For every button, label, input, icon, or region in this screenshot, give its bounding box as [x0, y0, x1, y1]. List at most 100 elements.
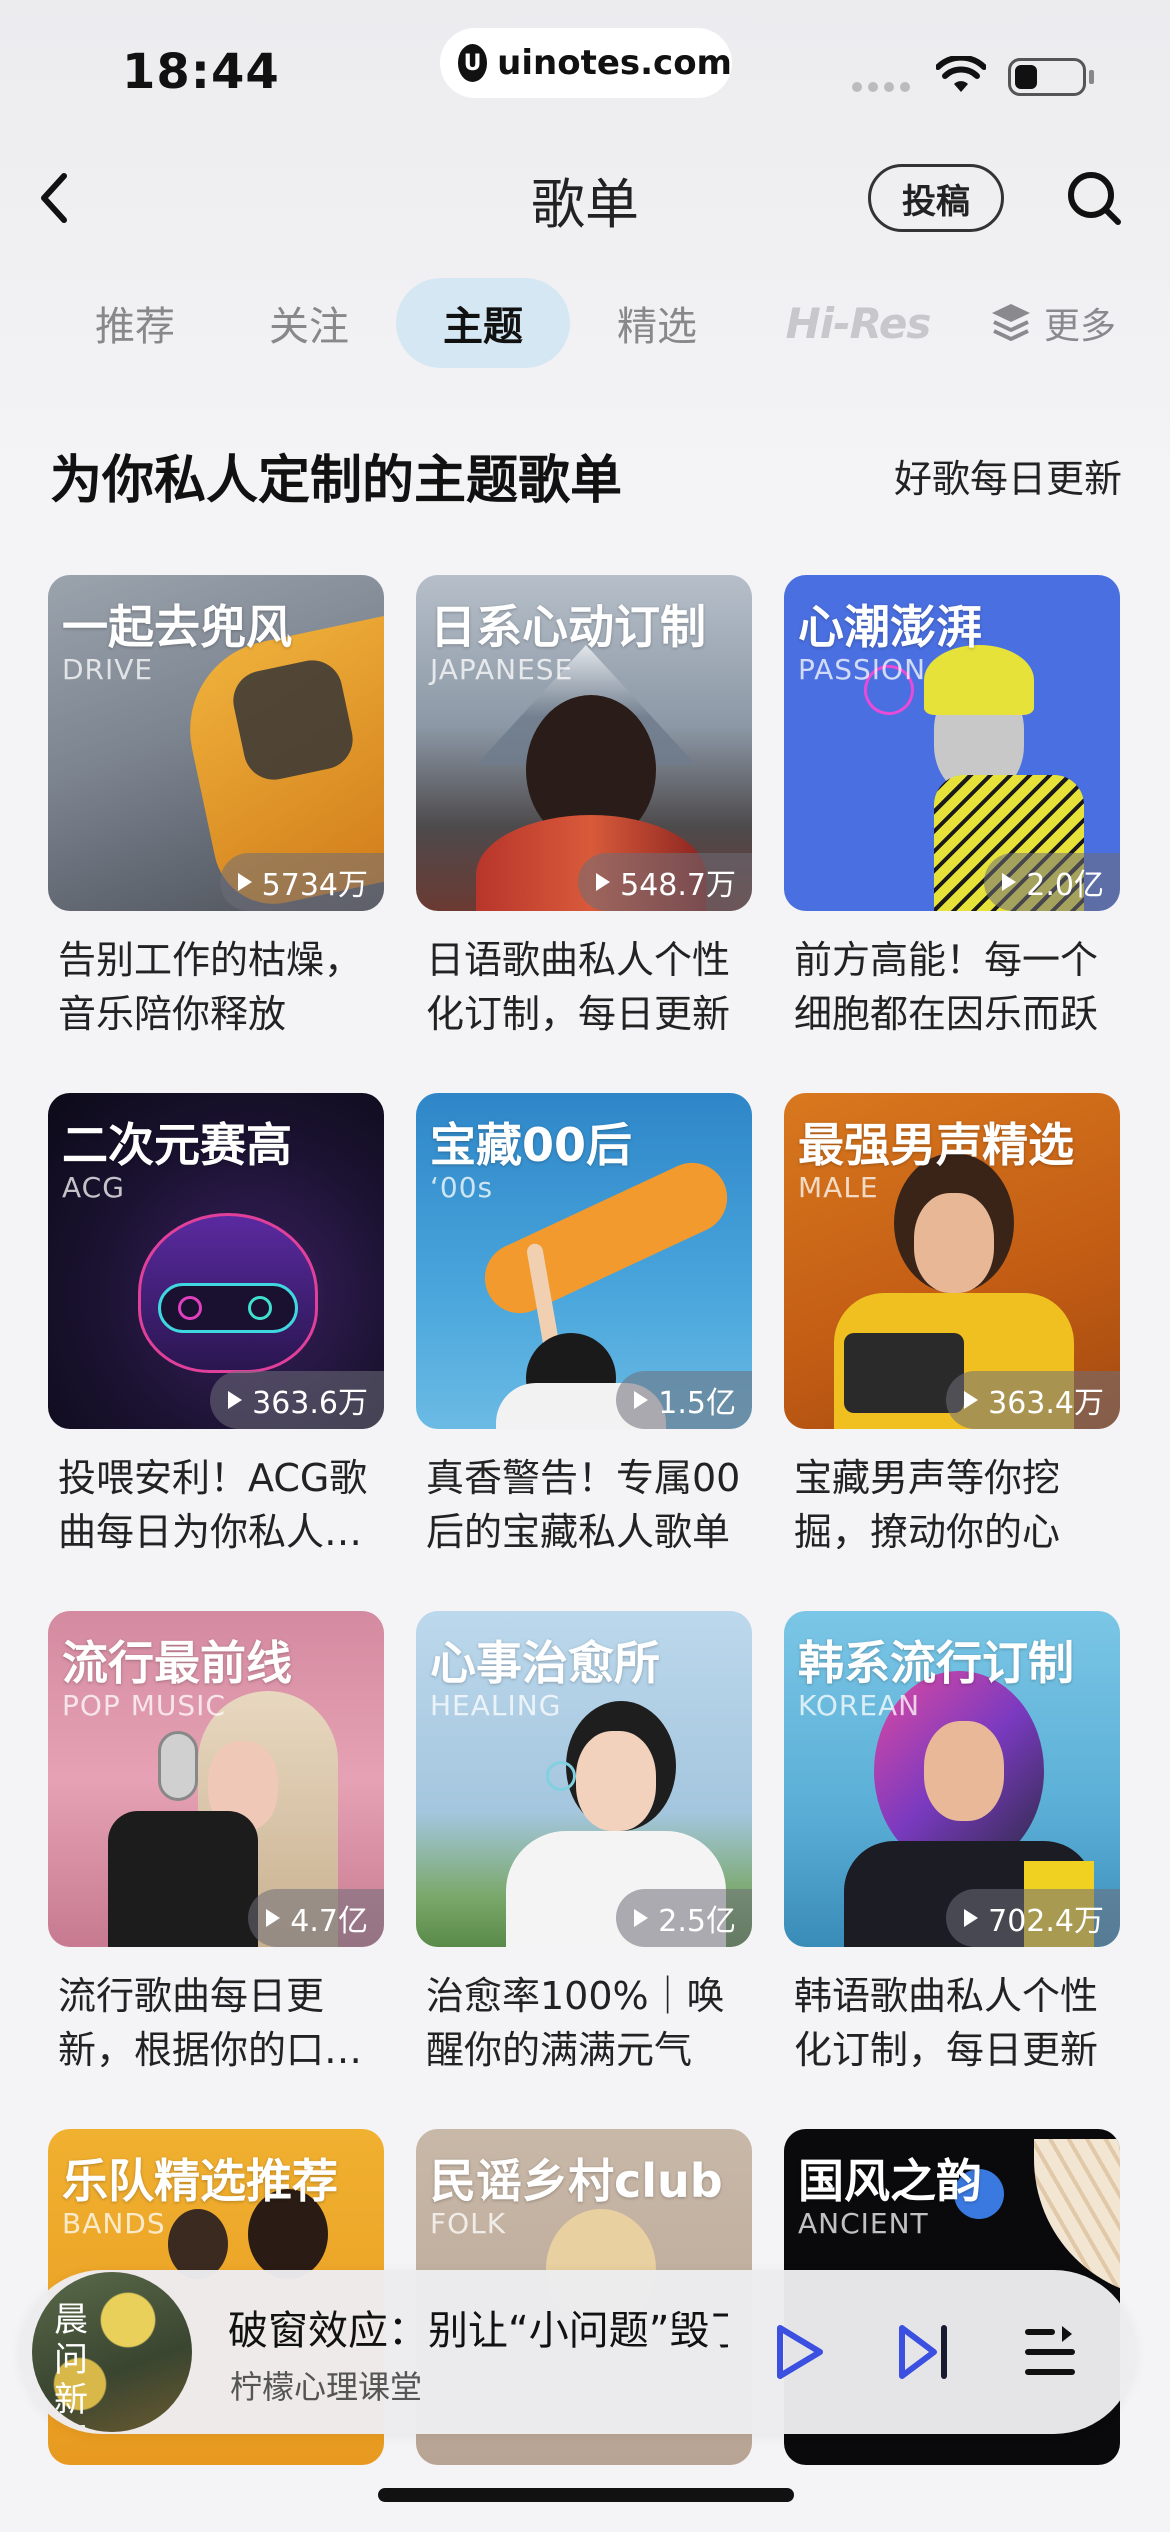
- cover-subtitle: BANDS: [62, 2207, 166, 2240]
- play-count-icon: [964, 1909, 979, 1927]
- play-icon[interactable]: [766, 2320, 830, 2384]
- app-screen: 18:44 U uinotes.com 歌单 投稿 推荐 关注 主题 精选 Hi…: [0, 0, 1170, 2532]
- cover-subtitle: HEALING: [430, 1689, 562, 1722]
- playlist-description: 投喂安利！ACG歌曲每日为你私人定制: [58, 1456, 368, 1554]
- section-title: 为你私人定制的主题歌单: [50, 451, 623, 511]
- submit-button[interactable]: 投稿: [868, 164, 1004, 232]
- cover-title: 韩系流行订制: [798, 1636, 1074, 1690]
- playlist-cover: 二次元赛高 ACG 363.6万: [48, 1093, 384, 1429]
- section-subtitle: 好歌每日更新: [893, 457, 1122, 501]
- cover-subtitle: POP MUSIC: [62, 1689, 226, 1722]
- playlist-card[interactable]: 流行最前线 POP MUSIC 4.7亿 流行歌曲每日更新，根据你的口味推荐: [48, 1611, 384, 2077]
- cover-subtitle: PASSION: [798, 653, 927, 686]
- play-count: 5734万: [219, 853, 384, 911]
- playlist-description: 宝藏男声等你挖掘，撩动你的心: [794, 1456, 1061, 1554]
- tab-following[interactable]: 关注: [254, 278, 364, 368]
- cover-subtitle: JAPANESE: [430, 653, 574, 686]
- play-count: 2.0亿: [984, 853, 1120, 911]
- play-count: 702.4万: [946, 1889, 1120, 1947]
- cover-subtitle: MALE: [798, 1171, 879, 1204]
- playlist-card[interactable]: 最强男声精选 MALE 363.4万 宝藏男声等你挖掘，撩动你的心: [784, 1093, 1120, 1559]
- play-count-icon: [596, 873, 611, 891]
- cover-subtitle: DRIVE: [62, 653, 154, 686]
- cover-subtitle: ‘00s: [430, 1171, 494, 1204]
- playlist-card[interactable]: 一起去兜风 DRIVE 5734万 告别工作的枯燥，音乐陪你释放: [48, 575, 384, 1041]
- wifi-icon: [936, 56, 986, 92]
- cover-title: 国风之韵: [798, 2154, 982, 2208]
- playlist-description: 流行歌曲每日更新，根据你的口味推荐: [58, 1974, 363, 2072]
- cover-subtitle: ANCIENT: [798, 2207, 929, 2240]
- category-tabs: 推荐 关注 主题 精选 Hi-Res 更多: [0, 278, 1170, 368]
- cover-subtitle: FOLK: [430, 2207, 507, 2240]
- site-logo-icon: U: [458, 44, 488, 82]
- playlist-card[interactable]: 宝藏00后 ‘00s 1.5亿 真香警告！专属00后的宝藏私人歌单: [416, 1093, 752, 1559]
- battery-tip: [1089, 70, 1094, 84]
- tab-recommend[interactable]: 推荐: [80, 278, 190, 368]
- tab-more[interactable]: 更多: [988, 278, 1116, 368]
- cover-title: 一起去兜风: [62, 600, 292, 654]
- tab-theme[interactable]: 主题: [396, 278, 570, 368]
- playlist-cover: 韩系流行订制 KOREAN 702.4万: [784, 1611, 1120, 1947]
- next-icon[interactable]: [892, 2320, 956, 2384]
- playlist-card[interactable]: 心事治愈所 HEALING 2.5亿 治愈率100%｜唤醒你的满满元气: [416, 1611, 752, 2077]
- cover-title: 乐队精选推荐: [62, 2154, 338, 2208]
- play-count: 363.6万: [210, 1371, 384, 1429]
- cover-title: 心事治愈所: [430, 1636, 660, 1690]
- play-count-icon: [634, 1909, 649, 1927]
- home-indicator: [378, 2488, 794, 2502]
- playlist-card[interactable]: 二次元赛高 ACG 363.6万 投喂安利！ACG歌曲每日为你私人定制: [48, 1093, 384, 1559]
- playlist-cover: 最强男声精选 MALE 363.4万: [784, 1093, 1120, 1429]
- playlist-icon[interactable]: [1018, 2320, 1082, 2384]
- cover-title: 二次元赛高: [62, 1118, 292, 1172]
- play-count-icon: [1002, 873, 1017, 891]
- play-count: 4.7亿: [248, 1889, 384, 1947]
- playlist-cover: 一起去兜风 DRIVE 5734万: [48, 575, 384, 911]
- playlist-description: 韩语歌曲私人个性化订制，每日更新: [794, 1974, 1099, 2072]
- play-count: 2.5亿: [616, 1889, 752, 1947]
- cover-subtitle: ACG: [62, 1171, 125, 1204]
- play-count-icon: [266, 1909, 281, 1927]
- playlist-description: 真香警告！专属00后的宝藏私人歌单: [426, 1456, 741, 1554]
- cover-title: 流行最前线: [62, 1636, 292, 1690]
- status-bar: 18:44 U uinotes.com: [0, 0, 1170, 130]
- layers-icon: [992, 304, 1030, 341]
- status-time: 18:44: [122, 44, 280, 100]
- play-count: 548.7万: [578, 853, 752, 911]
- url-pill[interactable]: U uinotes.com: [440, 28, 732, 98]
- play-count-icon: [964, 1391, 979, 1409]
- cover-title: 民谣乡村club: [430, 2154, 723, 2208]
- play-count: 363.4万: [946, 1371, 1120, 1429]
- playlist-cover: 流行最前线 POP MUSIC 4.7亿: [48, 1611, 384, 1947]
- tab-hires[interactable]: Hi-Res: [778, 278, 938, 368]
- play-count-icon: [634, 1391, 649, 1409]
- playlist-description: 日语歌曲私人个性化订制，每日更新: [426, 938, 731, 1036]
- tab-featured[interactable]: 精选: [602, 278, 712, 368]
- cover-subtitle: KOREAN: [798, 1689, 921, 1722]
- player-track-title: 破窗效应：别让“小问题”毁了你: [228, 2308, 728, 2354]
- player-artist: 柠檬心理课堂: [230, 2368, 423, 2406]
- play-count-icon: [237, 873, 252, 891]
- playlist-card[interactable]: 韩系流行订制 KOREAN 702.4万 韩语歌曲私人个性化订制，每日更新: [784, 1611, 1120, 2077]
- player-art-text: 晨 问 新 知: [54, 2300, 88, 2432]
- cover-title: 心潮澎湃: [798, 600, 982, 654]
- playlist-card[interactable]: 心潮澎湃 PASSION 2.0亿 前方高能！每一个细胞都在因乐而跃: [784, 575, 1120, 1041]
- playlist-card[interactable]: 日系心动订制 JAPANESE 548.7万 日语歌曲私人个性化订制，每日更新: [416, 575, 752, 1041]
- playlist-cover: 心潮澎湃 PASSION 2.0亿: [784, 575, 1120, 911]
- signal-icon: [852, 82, 910, 92]
- playlist-cover: 宝藏00后 ‘00s 1.5亿: [416, 1093, 752, 1429]
- player-cover-art[interactable]: 晨 问 新 知: [32, 2272, 192, 2432]
- playlist-cover: 日系心动订制 JAPANESE 548.7万: [416, 575, 752, 911]
- tab-more-label: 更多: [1044, 306, 1117, 347]
- play-count: 1.5亿: [616, 1371, 752, 1429]
- mini-player[interactable]: 晨 问 新 知 破窗效应：别让“小问题”毁了你 柠檬心理课堂: [20, 2270, 1136, 2434]
- battery-icon: [1008, 58, 1086, 96]
- cover-title: 宝藏00后: [430, 1118, 633, 1172]
- playlist-description: 前方高能！每一个细胞都在因乐而跃: [794, 938, 1099, 1036]
- cover-title: 最强男声精选: [798, 1118, 1074, 1172]
- playlist-cover: 心事治愈所 HEALING 2.5亿: [416, 1611, 752, 1947]
- playlist-description: 告别工作的枯燥，音乐陪你释放: [58, 938, 363, 1036]
- cover-title: 日系心动订制: [430, 600, 706, 654]
- url-text: uinotes.com: [497, 43, 732, 83]
- playlist-description: 治愈率100%｜唤醒你的满满元气: [426, 1974, 725, 2072]
- search-icon[interactable]: [1064, 168, 1124, 228]
